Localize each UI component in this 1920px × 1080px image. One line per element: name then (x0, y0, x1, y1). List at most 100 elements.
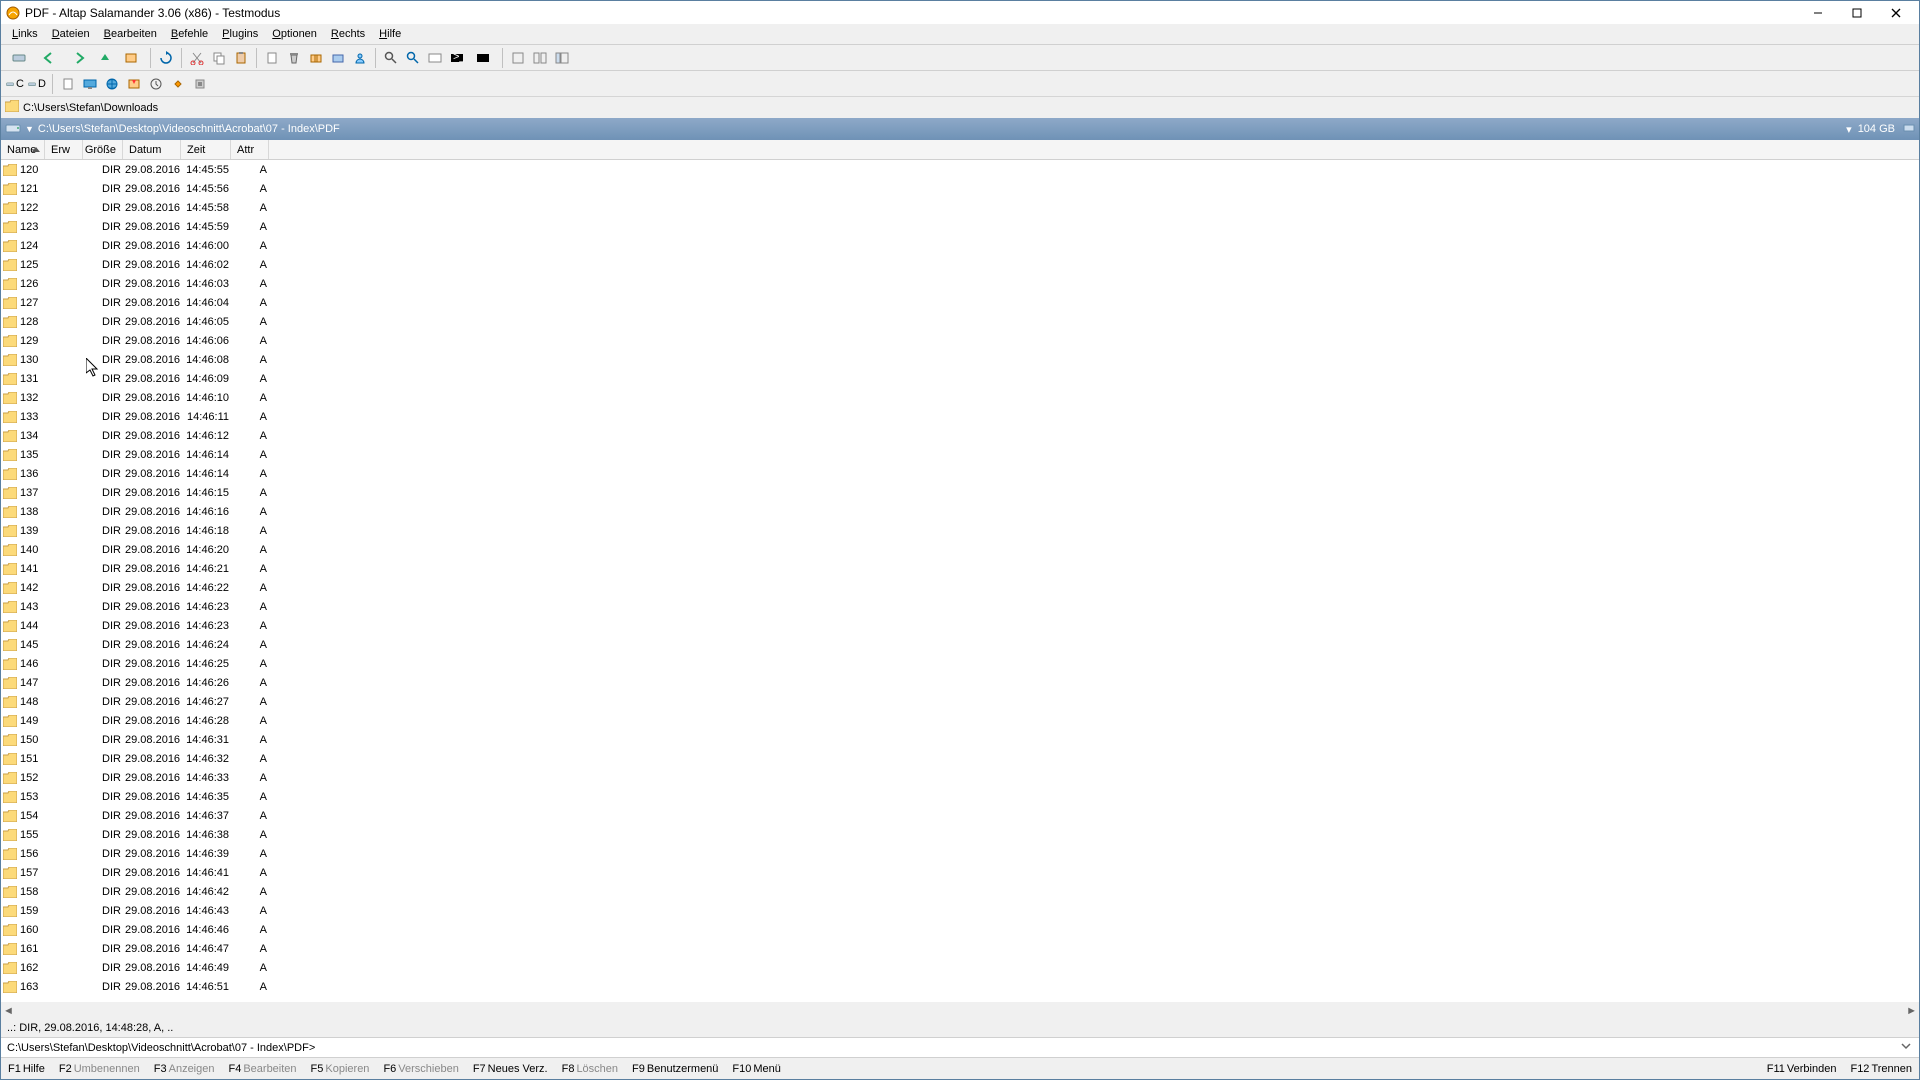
drive-c-button[interactable]: C (5, 74, 25, 94)
table-row[interactable]: 122DIR29.08.201614:45:58A (1, 198, 1919, 217)
table-row[interactable]: 160DIR29.08.201614:46:46A (1, 920, 1919, 939)
table-row[interactable]: 142DIR29.08.201614:46:22A (1, 578, 1919, 597)
table-row[interactable]: 140DIR29.08.201614:46:20A (1, 540, 1919, 559)
scroll-left-icon[interactable]: ◄ (3, 1005, 14, 1017)
current-path-bar[interactable]: ▼ C:\Users\Stefan\Desktop\Videoschnitt\A… (1, 118, 1919, 140)
table-row[interactable]: 136DIR29.08.201614:46:14A (1, 464, 1919, 483)
table-row[interactable]: 156DIR29.08.201614:46:39A (1, 844, 1919, 863)
favorites-button[interactable] (124, 74, 144, 94)
path-dropdown-icon[interactable]: ▼ (25, 124, 34, 134)
drive-d-button[interactable]: D (27, 74, 47, 94)
col-erw[interactable]: Erw (45, 140, 83, 159)
panel-dual-button[interactable] (530, 48, 550, 68)
drive-dropdown[interactable] (5, 48, 33, 68)
paste-button[interactable] (231, 48, 251, 68)
table-row[interactable]: 125DIR29.08.201614:46:02A (1, 255, 1919, 274)
table-row[interactable]: 146DIR29.08.201614:46:25A (1, 654, 1919, 673)
delete-button[interactable] (284, 48, 304, 68)
close-button[interactable] (1877, 3, 1915, 22)
table-row[interactable]: 161DIR29.08.201614:46:47A (1, 939, 1919, 958)
menu-rechts[interactable]: Rechts (324, 26, 372, 42)
file-list[interactable]: 120DIR29.08.201614:45:55A121DIR29.08.201… (1, 160, 1919, 1002)
cut-button[interactable] (187, 48, 207, 68)
up-button[interactable] (95, 48, 115, 68)
table-row[interactable]: 149DIR29.08.201614:46:28A (1, 711, 1919, 730)
command-dropdown-icon[interactable] (1899, 1039, 1913, 1056)
history-dropdown-icon[interactable]: ▾ (1840, 123, 1858, 136)
col-attr[interactable]: Attr (231, 140, 269, 159)
table-row[interactable]: 123DIR29.08.201614:45:59A (1, 217, 1919, 236)
panel-single-button[interactable] (508, 48, 528, 68)
col-name[interactable]: Name (1, 140, 45, 159)
table-row[interactable]: 135DIR29.08.201614:46:14A (1, 445, 1919, 464)
panel-tree-button[interactable] (552, 48, 572, 68)
table-row[interactable]: 153DIR29.08.201614:46:35A (1, 787, 1919, 806)
fkey-f7[interactable]: F7Neues Verz. (466, 1058, 555, 1079)
table-row[interactable]: 120DIR29.08.201614:45:55A (1, 160, 1919, 179)
fkey-f11[interactable]: F11Verbinden (1760, 1058, 1844, 1079)
table-row[interactable]: 130DIR29.08.201614:46:08A (1, 350, 1919, 369)
menu-hilfe[interactable]: Hilfe (372, 26, 408, 42)
menu-bearbeiten[interactable]: Bearbeiten (97, 26, 164, 42)
col-time[interactable]: Zeit (181, 140, 231, 159)
table-row[interactable]: 148DIR29.08.201614:46:27A (1, 692, 1919, 711)
table-row[interactable]: 152DIR29.08.201614:46:33A (1, 768, 1919, 787)
menu-plugins[interactable]: Plugins (215, 26, 265, 42)
table-row[interactable]: 132DIR29.08.201614:46:10A (1, 388, 1919, 407)
view-button[interactable] (403, 48, 423, 68)
table-row[interactable]: 150DIR29.08.201614:46:31A (1, 730, 1919, 749)
fkey-f5[interactable]: F5Kopieren (304, 1058, 377, 1079)
table-row[interactable]: 162DIR29.08.201614:46:49A (1, 958, 1919, 977)
back-button[interactable] (35, 48, 63, 68)
table-row[interactable]: 159DIR29.08.201614:46:43A (1, 901, 1919, 920)
history-button[interactable] (146, 74, 166, 94)
maximize-button[interactable] (1838, 3, 1876, 22)
menu-befehle[interactable]: Befehle (164, 26, 215, 42)
fkey-f4[interactable]: F4Bearbeiten (221, 1058, 303, 1079)
menu-optionen[interactable]: Optionen (265, 26, 324, 42)
filter-button[interactable] (469, 48, 497, 68)
table-row[interactable]: 121DIR29.08.201614:45:56A (1, 179, 1919, 198)
hotpath-button[interactable] (117, 48, 145, 68)
table-row[interactable]: 155DIR29.08.201614:46:38A (1, 825, 1919, 844)
plugin2-button[interactable] (190, 74, 210, 94)
fkey-f8[interactable]: F8Löschen (555, 1058, 625, 1079)
table-row[interactable]: 147DIR29.08.201614:46:26A (1, 673, 1919, 692)
fkey-f3[interactable]: F3Anzeigen (147, 1058, 222, 1079)
scroll-right-icon[interactable]: ► (1906, 1005, 1917, 1017)
col-date[interactable]: Datum (123, 140, 181, 159)
find-button[interactable] (381, 48, 401, 68)
table-row[interactable]: 143DIR29.08.201614:46:23A (1, 597, 1919, 616)
fkey-f12[interactable]: F12Trennen (1843, 1058, 1919, 1079)
table-row[interactable]: 139DIR29.08.201614:46:18A (1, 521, 1919, 540)
table-row[interactable]: 133DIR29.08.201614:46:11A (1, 407, 1919, 426)
fkey-f2[interactable]: F2Umbenennen (52, 1058, 147, 1079)
fkey-f1[interactable]: F1Hilfe (1, 1058, 52, 1079)
fkey-f9[interactable]: F9Benutzermenü (625, 1058, 725, 1079)
clipboard-button[interactable] (262, 48, 282, 68)
plugin1-button[interactable] (168, 74, 188, 94)
table-row[interactable]: 158DIR29.08.201614:46:42A (1, 882, 1919, 901)
table-row[interactable]: 157DIR29.08.201614:46:41A (1, 863, 1919, 882)
documents-button[interactable] (58, 74, 78, 94)
table-row[interactable]: 129DIR29.08.201614:46:06A (1, 331, 1919, 350)
network-button[interactable] (102, 74, 122, 94)
fkey-f6[interactable]: F6Verschieben (376, 1058, 465, 1079)
table-row[interactable]: 126DIR29.08.201614:46:03A (1, 274, 1919, 293)
desktop-button[interactable] (80, 74, 100, 94)
command-line[interactable]: C:\Users\Stefan\Desktop\Videoschnitt\Acr… (1, 1037, 1919, 1057)
menu-links[interactable]: Links (5, 26, 45, 42)
table-row[interactable]: 131DIR29.08.201614:46:09A (1, 369, 1919, 388)
table-row[interactable]: 151DIR29.08.201614:46:32A (1, 749, 1919, 768)
table-row[interactable]: 145DIR29.08.201614:46:24A (1, 635, 1919, 654)
col-size[interactable]: Größe (83, 140, 123, 159)
table-row[interactable]: 141DIR29.08.201614:46:21A (1, 559, 1919, 578)
table-row[interactable]: 163DIR29.08.201614:46:51A (1, 977, 1919, 996)
table-row[interactable]: 154DIR29.08.201614:46:37A (1, 806, 1919, 825)
table-row[interactable]: 128DIR29.08.201614:46:05A (1, 312, 1919, 331)
refresh-button[interactable] (156, 48, 176, 68)
fkey-f10[interactable]: F10Menü (725, 1058, 788, 1079)
terminal-button[interactable]: >_ (447, 48, 467, 68)
table-row[interactable]: 134DIR29.08.201614:46:12A (1, 426, 1919, 445)
extract-button[interactable] (328, 48, 348, 68)
